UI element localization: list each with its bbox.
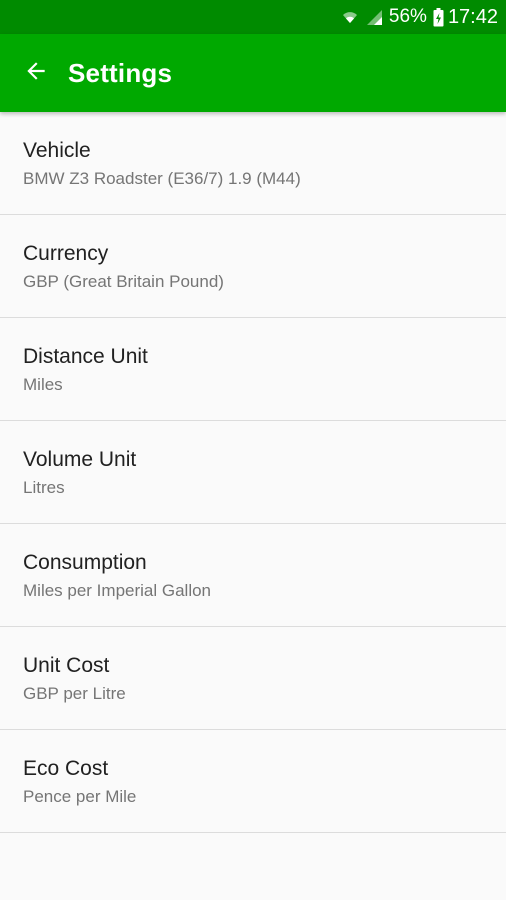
settings-item-value: Litres (23, 478, 65, 497)
battery-percent: 56% (388, 6, 427, 27)
app-bar: Settings (0, 34, 506, 112)
status-bar: 56% 17:42 (0, 0, 506, 34)
settings-item-value: BMW Z3 Roadster (E36/7) 1.9 (M44) (23, 169, 301, 188)
page-title: Settings (68, 57, 173, 88)
clock: 17:42 (447, 6, 498, 28)
arrow-back-icon (23, 58, 49, 89)
battery-charging-icon (433, 7, 444, 27)
settings-item-value: Miles (23, 375, 63, 394)
settings-item-consumption[interactable]: Consumption Miles per Imperial Gallon (0, 524, 506, 627)
settings-item-title: Unit Cost (23, 654, 110, 677)
settings-item-title: Consumption (23, 551, 147, 574)
settings-item-currency[interactable]: Currency GBP (Great Britain Pound) (0, 215, 506, 318)
settings-item-eco-cost[interactable]: Eco Cost Pence per Mile (0, 730, 506, 833)
settings-item-title: Distance Unit (23, 345, 148, 368)
settings-item-vehicle[interactable]: Vehicle BMW Z3 Roadster (E36/7) 1.9 (M44… (0, 112, 506, 215)
settings-item-title: Eco Cost (23, 757, 109, 780)
settings-item-title: Currency (23, 242, 109, 265)
back-button[interactable] (16, 53, 56, 93)
signal-icon (365, 8, 383, 26)
settings-item-value: Miles per Imperial Gallon (23, 581, 212, 600)
settings-item-title: Vehicle (23, 139, 91, 162)
settings-item-unit-cost[interactable]: Unit Cost GBP per Litre (0, 627, 506, 730)
settings-item-value: Pence per Mile (23, 787, 137, 806)
settings-item-value: GBP per Litre (23, 684, 126, 703)
settings-list: Vehicle BMW Z3 Roadster (E36/7) 1.9 (M44… (0, 112, 506, 833)
settings-item-title: Volume Unit (23, 448, 137, 471)
settings-item-volume-unit[interactable]: Volume Unit Litres (0, 421, 506, 524)
settings-item-value: GBP (Great Britain Pound) (23, 272, 224, 291)
settings-item-distance-unit[interactable]: Distance Unit Miles (0, 318, 506, 421)
wifi-icon (341, 8, 359, 26)
